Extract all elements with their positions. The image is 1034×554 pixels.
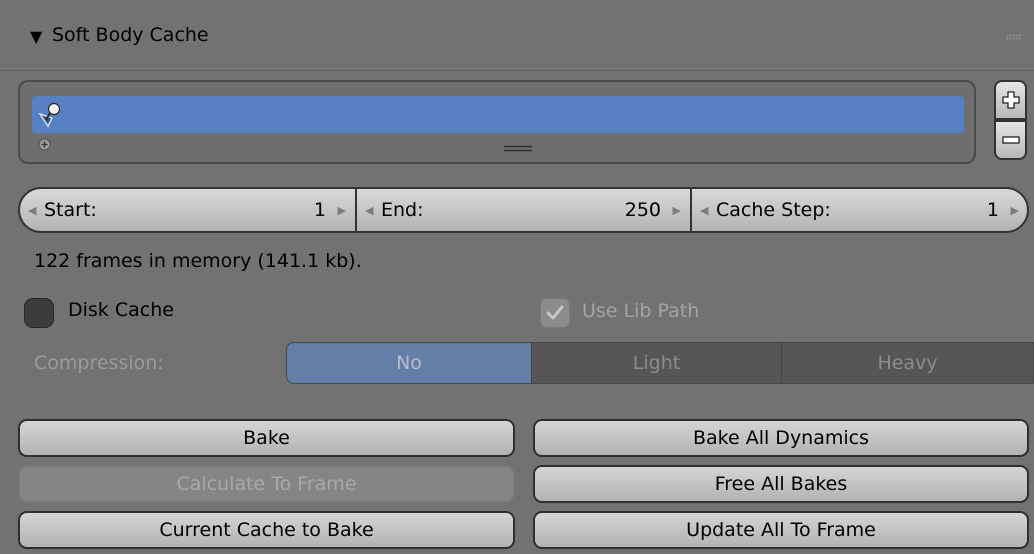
minus-icon bbox=[1001, 136, 1020, 144]
free-all-bakes-button[interactable]: Free All Bakes bbox=[533, 465, 1029, 503]
increment-arrow-icon[interactable]: ▶ bbox=[338, 204, 346, 217]
resize-handle-icon[interactable] bbox=[504, 145, 532, 152]
compression-label: Compression: bbox=[34, 352, 164, 374]
cache-step-value: 1 bbox=[986, 199, 999, 221]
plus-icon bbox=[1001, 91, 1020, 109]
checkmark-icon bbox=[546, 305, 564, 320]
compression-option-light[interactable]: Light bbox=[531, 342, 782, 384]
grip-icon[interactable] bbox=[1006, 34, 1022, 40]
current-cache-to-bake-button[interactable]: Current Cache to Bake bbox=[18, 511, 515, 549]
calculate-to-frame-button[interactable]: Calculate To Frame bbox=[18, 465, 515, 503]
decrement-arrow-icon[interactable]: ◀ bbox=[700, 204, 708, 217]
compression-option-no[interactable]: No bbox=[286, 342, 532, 384]
start-value: 1 bbox=[313, 199, 326, 221]
bake-all-dynamics-button[interactable]: Bake All Dynamics bbox=[533, 419, 1029, 457]
cache-list bbox=[18, 80, 976, 164]
update-all-to-frame-button[interactable]: Update All To Frame bbox=[533, 511, 1029, 549]
use-lib-path-label: Use Lib Path bbox=[582, 300, 700, 322]
disk-cache-label: Disk Cache bbox=[68, 299, 174, 321]
collapse-triangle-icon[interactable]: ▼ bbox=[30, 27, 42, 46]
panel-title: Soft Body Cache bbox=[52, 24, 209, 46]
pin-icon bbox=[38, 102, 61, 128]
cache-step-field[interactable]: ◀ Cache Step: 1 ▶ bbox=[692, 189, 1027, 231]
cache-list-item[interactable] bbox=[32, 96, 964, 133]
frame-range-row: ◀ Start: 1 ▶ ◀ End: 250 ▶ ◀ Cache Step: … bbox=[18, 187, 1029, 233]
add-cache-button[interactable] bbox=[994, 80, 1027, 120]
compression-option-heavy[interactable]: Heavy bbox=[781, 342, 1034, 384]
cache-info-text: 122 frames in memory (141.1 kb). bbox=[34, 250, 362, 272]
start-label: Start: bbox=[44, 199, 97, 221]
use-lib-path-checkbox[interactable] bbox=[540, 298, 570, 328]
decrement-arrow-icon[interactable]: ◀ bbox=[28, 204, 36, 217]
decrement-arrow-icon[interactable]: ◀ bbox=[365, 204, 373, 217]
start-field[interactable]: ◀ Start: 1 ▶ bbox=[20, 189, 354, 231]
end-value: 250 bbox=[624, 199, 661, 221]
increment-arrow-icon[interactable]: ▶ bbox=[673, 204, 681, 217]
disk-cache-checkbox[interactable] bbox=[24, 298, 54, 328]
cache-step-label: Cache Step: bbox=[716, 199, 831, 221]
end-field[interactable]: ◀ End: 250 ▶ bbox=[357, 189, 689, 231]
panel-header[interactable]: ▼ Soft Body Cache bbox=[0, 0, 1034, 71]
add-small-icon[interactable] bbox=[38, 138, 51, 151]
soft-body-cache-panel: ▼ Soft Body Cache ◀ Start: 1 ▶ ◀ End: 25… bbox=[0, 0, 1034, 554]
remove-cache-button[interactable] bbox=[994, 120, 1027, 160]
end-label: End: bbox=[381, 199, 424, 221]
bake-button[interactable]: Bake bbox=[18, 419, 515, 457]
increment-arrow-icon[interactable]: ▶ bbox=[1011, 204, 1019, 217]
